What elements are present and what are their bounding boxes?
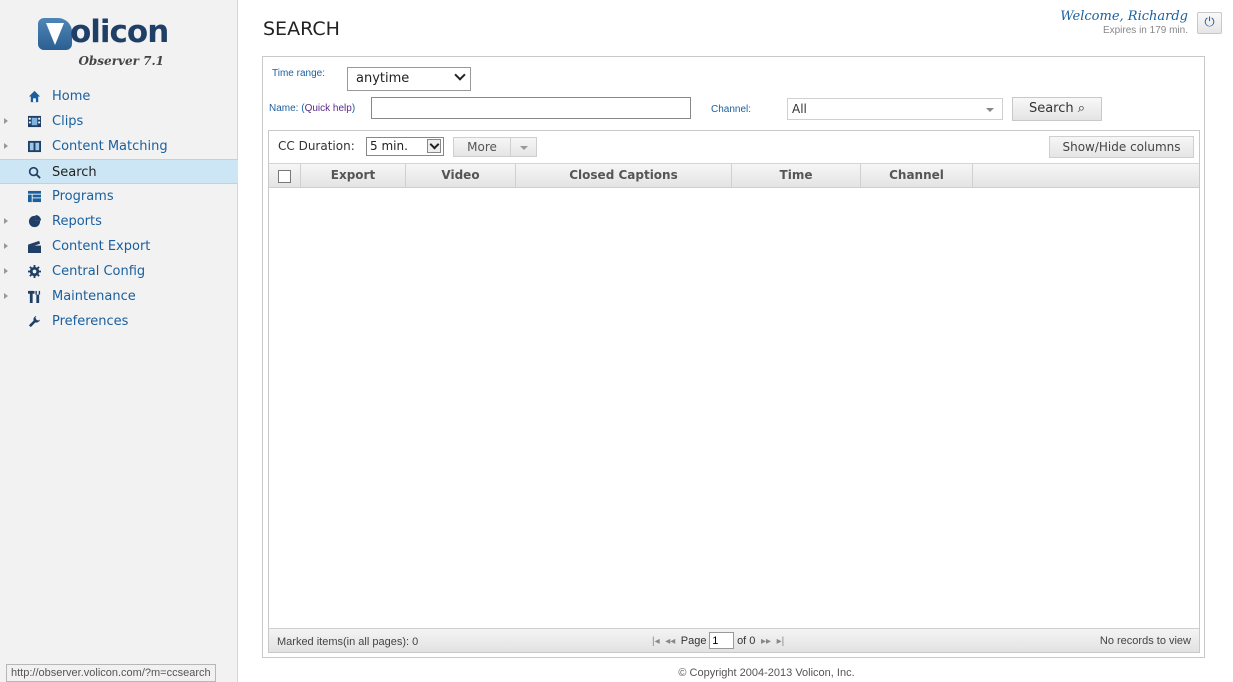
marked-items-count: Marked items(in all pages): 0 [277, 636, 419, 648]
column-header-export[interactable]: Export [301, 164, 406, 187]
product-version: Observer 7.1 [78, 54, 164, 68]
quick-help-link[interactable]: Quick help [305, 103, 352, 114]
name-input[interactable] [371, 97, 691, 119]
nav-label: Reports [52, 214, 102, 229]
name-label-text: Name: ( [269, 103, 305, 114]
pie-chart-icon [28, 215, 41, 228]
expand-arrow-icon[interactable] [4, 268, 8, 274]
nav-label: Central Config [52, 264, 146, 279]
logo-wordmark: olicon [70, 14, 169, 50]
nav-label: Clips [52, 114, 84, 129]
cc-duration-value: 5 min. [370, 139, 408, 153]
table-header: Export Video Closed Captions Time Channe… [269, 163, 1199, 188]
power-icon: ⏻ [1204, 15, 1215, 30]
logo-v-mark [38, 18, 72, 50]
grid-toolbar: CC Duration: 5 min. More Show/Hide colum… [269, 131, 1199, 163]
results-grid: CC Duration: 5 min. More Show/Hide colum… [268, 130, 1200, 653]
chevron-down-icon [427, 139, 441, 153]
channel-label: Channel: [711, 104, 752, 115]
search-button[interactable]: Search ⌕ [1012, 97, 1102, 121]
home-icon [28, 90, 41, 103]
nav-item-content-matching[interactable]: Content Matching [0, 134, 238, 159]
expand-arrow-icon[interactable] [4, 293, 8, 299]
nav-item-home[interactable]: Home [0, 84, 238, 109]
logout-button[interactable]: ⏻ [1197, 12, 1222, 34]
nav-item-clips[interactable]: Clips [0, 109, 238, 134]
search-icon [28, 166, 41, 179]
first-page-icon[interactable]: |◂ [652, 636, 660, 647]
filmstrip-icon [28, 140, 41, 153]
nav-label: Preferences [52, 314, 129, 329]
chevron-down-icon [454, 69, 466, 81]
nav-item-central-config[interactable]: Central Config [0, 259, 238, 284]
page-title: SEARCH [263, 18, 340, 40]
nav-item-reports[interactable]: Reports [0, 209, 238, 234]
column-header-channel[interactable]: Channel [861, 164, 973, 187]
expand-arrow-icon[interactable] [4, 118, 8, 124]
grid-footer: Marked items(in all pages): 0 |◂ ◂◂ Page… [269, 628, 1199, 652]
volicon-logo[interactable]: olicon [38, 14, 208, 54]
channel-select[interactable]: All [787, 98, 1003, 120]
column-checkbox [269, 164, 301, 187]
name-label-end: ) [351, 103, 356, 114]
column-header-closed-captions[interactable]: Closed Captions [516, 164, 732, 187]
show-hide-columns-button[interactable]: Show/Hide columns [1049, 136, 1194, 158]
channel-value: All [792, 102, 807, 116]
gear-icon [28, 265, 41, 278]
nav-label: Search [52, 165, 97, 180]
main-nav: Home Clips Content Matching Search Progr… [0, 84, 238, 334]
nav-label: Home [52, 89, 91, 104]
tools-icon [28, 290, 41, 303]
expand-arrow-icon[interactable] [4, 218, 8, 224]
nav-item-programs[interactable]: Programs [0, 184, 238, 209]
nav-label: Content Export [52, 239, 151, 254]
search-panel: Time range: anytime Name: (Quick help) C… [262, 56, 1205, 658]
nav-item-maintenance[interactable]: Maintenance [0, 284, 238, 309]
browser-status-url: http://observer.volicon.com/?m=ccsearch [6, 664, 216, 682]
programs-icon [28, 190, 41, 203]
page-label: Page [680, 635, 707, 647]
nav-label: Maintenance [52, 289, 136, 304]
nav-label: Programs [52, 189, 114, 204]
dropdown-arrow-icon [986, 108, 994, 112]
time-range-label: Time range: [272, 68, 325, 79]
film-icon [28, 115, 41, 128]
nav-item-search[interactable]: Search [0, 159, 238, 184]
clapperboard-icon [28, 240, 41, 253]
welcome-user[interactable]: Welcome, Richardg [1060, 9, 1188, 24]
expand-arrow-icon[interactable] [4, 143, 8, 149]
nav-label: Content Matching [52, 139, 168, 154]
column-header-video[interactable]: Video [406, 164, 516, 187]
sidebar: olicon Observer 7.1 Home Clips Content M… [0, 0, 238, 682]
more-button[interactable]: More [453, 137, 511, 157]
cc-duration-select[interactable]: 5 min. [366, 137, 444, 156]
expand-arrow-icon[interactable] [4, 243, 8, 249]
welcome-block: Welcome, Richardg Expires in 179 min. [1060, 9, 1188, 36]
prev-page-icon[interactable]: ◂◂ [665, 636, 675, 647]
nav-item-preferences[interactable]: Preferences [0, 309, 238, 334]
no-records-text: No records to view [1099, 635, 1191, 647]
name-label: Name: (Quick help) [269, 103, 355, 114]
more-dropdown-button[interactable] [511, 137, 537, 157]
cc-duration-label: CC Duration: [278, 139, 355, 153]
page-number-input[interactable] [709, 632, 735, 649]
nav-item-content-export[interactable]: Content Export [0, 234, 238, 259]
session-expiry: Expires in 179 min. [1102, 25, 1188, 36]
next-page-icon[interactable]: ▸▸ [761, 636, 771, 647]
last-page-icon[interactable]: ▸| [777, 636, 785, 647]
wrench-icon [28, 315, 41, 328]
pager: |◂ ◂◂ Page of 0 ▸▸ ▸| [652, 632, 784, 650]
time-range-select[interactable]: anytime [347, 67, 471, 91]
column-header-time[interactable]: Time [732, 164, 861, 187]
time-range-value: anytime [356, 71, 410, 86]
page-of-label: of 0 [737, 635, 756, 647]
